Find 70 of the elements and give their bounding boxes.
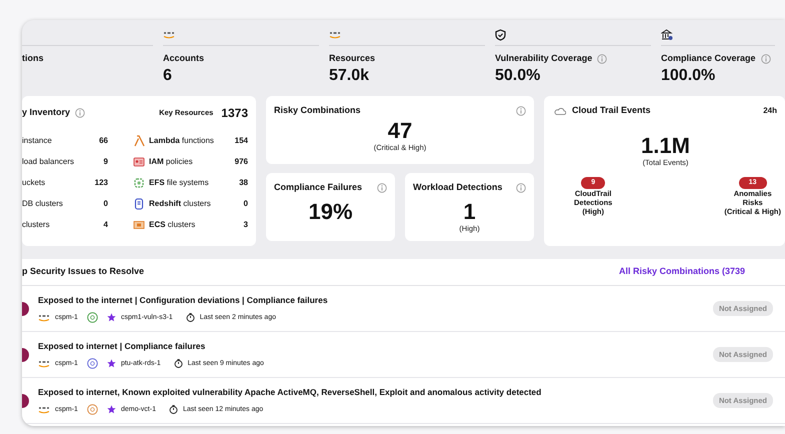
metric-value: 1.1M	[640, 134, 691, 156]
resource-name: Lambda functions	[149, 134, 214, 146]
resource-name: Redshift clusters	[149, 198, 211, 210]
metric-value: 1	[462, 200, 477, 222]
info-icon	[75, 108, 86, 118]
metric-value: 19%	[307, 200, 354, 222]
stat-value: 50.0%	[495, 66, 542, 85]
resource-name: clusters	[22, 218, 50, 230]
resource-name: load balancers	[22, 156, 74, 168]
aws-logo-icon	[163, 30, 175, 38]
card-title: Cloud Trail Events	[572, 104, 651, 117]
resource-count: 976	[234, 156, 248, 168]
stat-label: Accounts	[163, 52, 204, 65]
info-icon	[760, 54, 771, 64]
resource-count: 154	[234, 134, 248, 146]
stat-value: 57.0k	[329, 66, 370, 85]
all-risky-link[interactable]: All Risky Combinations (3739	[618, 265, 745, 279]
card-title: Workload Detections	[413, 181, 502, 194]
resource-name: ECS clusters	[149, 218, 196, 230]
cloud-icon	[554, 106, 566, 115]
resource-count: 123	[94, 176, 108, 188]
star-icon	[106, 405, 116, 414]
metric-value: 47	[386, 120, 414, 142]
resource-name: IAM policies	[149, 156, 193, 168]
resource-count: 4	[104, 218, 108, 230]
resource-name: EFS file systems	[149, 176, 209, 188]
stat-label: Resources	[329, 52, 376, 65]
info-icon	[516, 106, 526, 116]
key-resources-count: 1373	[221, 105, 248, 122]
info-icon	[377, 182, 387, 193]
resource-count: 0	[104, 198, 108, 210]
stat-label: Vulnerability Coverage	[495, 52, 592, 65]
resource-count: 38	[239, 176, 248, 188]
stat-value: 100.0%	[661, 66, 716, 85]
star-icon	[106, 313, 116, 322]
storage-icon	[133, 176, 145, 188]
timer-icon	[168, 405, 178, 414]
issue-title: Exposed to the internet | Configuration deviations | Compliance failures	[38, 294, 328, 306]
card-title: Compliance Failures	[274, 181, 362, 194]
info-icon	[516, 182, 526, 193]
resource-name: DB clusters	[22, 198, 63, 210]
resource-count: 3	[244, 218, 248, 230]
aws-logo-icon	[38, 406, 50, 414]
timer-icon	[186, 313, 195, 322]
issue-title: Exposed to internet, Known exploited vulnerability Apache ActiveMQ, ReverseShell, Exploit and anomalous activity detected	[38, 386, 542, 398]
aws-logo-icon	[38, 360, 50, 368]
stat-value: 6	[163, 66, 173, 85]
timer-icon	[174, 359, 183, 368]
container-icon	[133, 218, 145, 230]
bank-icon	[661, 28, 673, 40]
database-icon	[133, 198, 145, 210]
section-title: p Security Issues to Resolve	[22, 265, 144, 278]
resource-name: uckets	[22, 176, 46, 188]
id-card-icon	[133, 156, 145, 168]
aws-logo-icon	[329, 30, 341, 38]
card-title: Risky Combinations	[274, 104, 361, 117]
resource-count: 66	[99, 134, 108, 146]
info-icon	[597, 54, 608, 64]
stat-label: Compliance Coverage	[661, 52, 756, 65]
shield-check-icon	[495, 28, 506, 40]
lambda-icon	[133, 134, 145, 146]
resource-count: 0	[244, 198, 248, 210]
resource-count: 9	[104, 156, 108, 168]
stat-label: tions	[22, 52, 44, 65]
resource-name: instance	[22, 134, 52, 146]
star-icon	[106, 359, 116, 368]
issue-title: Exposed to internet | Compliance failures	[38, 340, 206, 352]
card-title: y Inventory	[22, 106, 70, 120]
aws-logo-icon	[38, 314, 50, 322]
time-range: 24h	[763, 104, 777, 117]
